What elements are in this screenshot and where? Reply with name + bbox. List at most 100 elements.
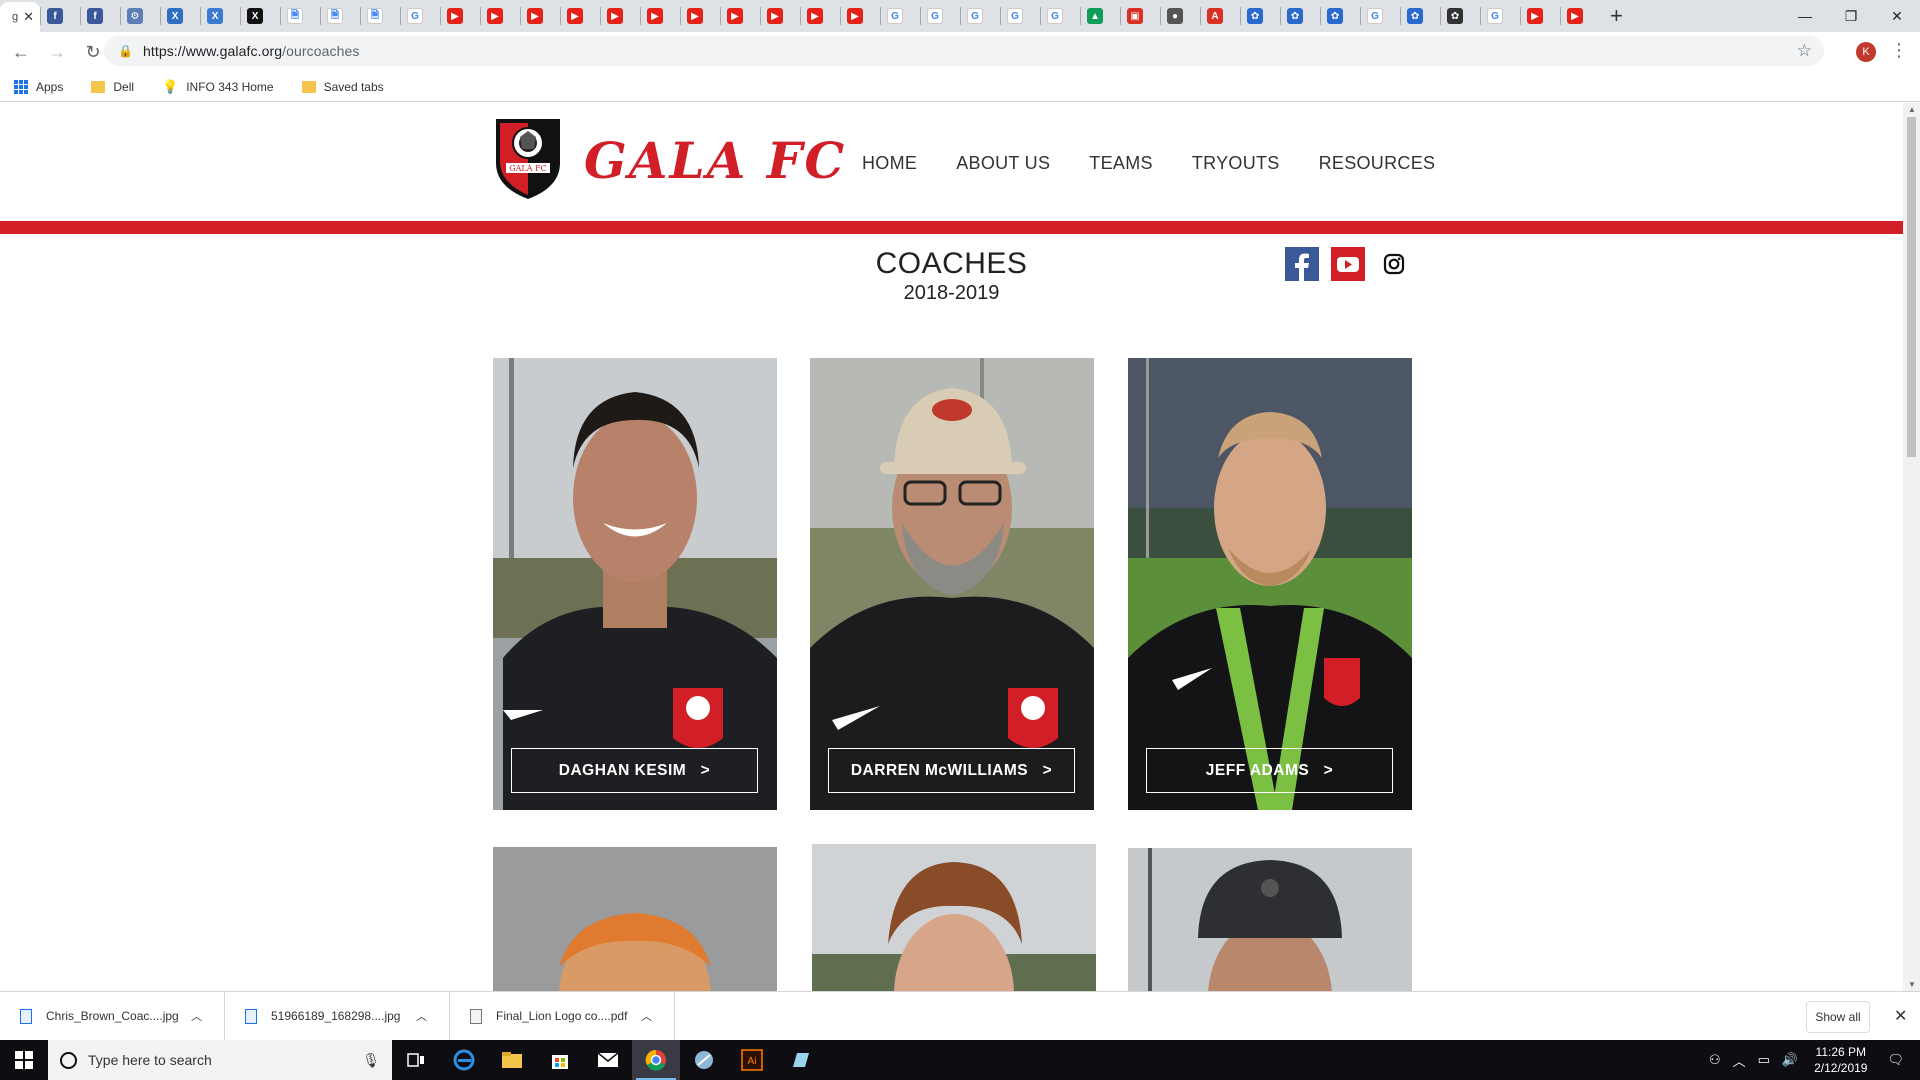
edge-browser-icon[interactable] xyxy=(440,1040,488,1080)
bookmark-dell[interactable]: Dell xyxy=(91,80,134,94)
browser-tab[interactable]: G xyxy=(1361,0,1400,32)
browser-tab[interactable]: ✿ xyxy=(1401,0,1440,32)
chevron-up-icon[interactable]: ︿ xyxy=(416,1008,427,1024)
scroll-up-icon[interactable]: ▲ xyxy=(1908,105,1916,114)
address-bar[interactable]: 🔒 https://www.galafc.org/ourcoaches ☆ xyxy=(104,36,1824,66)
task-view-icon[interactable] xyxy=(392,1040,440,1080)
browser-tab[interactable]: G xyxy=(921,0,960,32)
nav-tryouts[interactable]: TRYOUTS xyxy=(1192,153,1280,174)
chevron-up-icon[interactable]: ︿ xyxy=(1733,1051,1746,1070)
download-item[interactable]: Final_Lion Logo co....pdf ︿ xyxy=(450,991,675,1041)
browser-tab[interactable]: G xyxy=(961,0,1000,32)
browser-tab[interactable]: ▶ xyxy=(521,0,560,32)
volume-icon[interactable]: 🔊 xyxy=(1782,1052,1798,1068)
url-text[interactable]: https://www.galafc.org/ourcoaches xyxy=(143,43,360,59)
bookmark-saved-tabs[interactable]: Saved tabs xyxy=(301,80,384,94)
back-button[interactable]: ← xyxy=(6,37,36,67)
bookmark-star-icon[interactable]: ☆ xyxy=(1797,41,1812,61)
nav-resources[interactable]: RESOURCES xyxy=(1319,153,1436,174)
browser-tab[interactable]: X xyxy=(161,0,200,32)
browser-tab[interactable]: f xyxy=(41,0,80,32)
people-icon[interactable]: ⚇ xyxy=(1709,1052,1721,1068)
bookmark-apps[interactable]: Apps xyxy=(14,79,63,94)
browser-tab[interactable]: ▶ xyxy=(801,0,840,32)
browser-tab[interactable]: 🗎 xyxy=(321,0,360,32)
mail-icon[interactable] xyxy=(584,1040,632,1080)
microphone-icon[interactable]: 🎙 xyxy=(362,1052,380,1069)
browser-tab[interactable]: 🗎 xyxy=(361,0,400,32)
notes-app-icon[interactable] xyxy=(776,1040,824,1080)
taskbar-search[interactable]: Type here to search 🎙 xyxy=(48,1040,392,1080)
snipping-tool-icon[interactable] xyxy=(680,1040,728,1080)
network-icon[interactable]: ▭ xyxy=(1758,1052,1770,1068)
coach-card-partial[interactable] xyxy=(812,844,1096,991)
coach-name-button[interactable]: JEFF ADAMS > xyxy=(1146,748,1393,793)
browser-tab[interactable]: ✿ xyxy=(1441,0,1480,32)
browser-tab[interactable]: 🗎 xyxy=(281,0,320,32)
menu-kebab-icon[interactable]: ⋮ xyxy=(1890,40,1908,61)
browser-tab[interactable]: X xyxy=(241,0,280,32)
browser-tab[interactable]: G xyxy=(881,0,920,32)
browser-tab[interactable]: ▶ xyxy=(601,0,640,32)
scroll-thumb[interactable] xyxy=(1907,117,1916,457)
file-explorer-icon[interactable] xyxy=(488,1040,536,1080)
youtube-icon[interactable] xyxy=(1331,247,1365,281)
bookmark-info343[interactable]: 💡 INFO 343 Home xyxy=(162,79,274,95)
store-icon[interactable] xyxy=(536,1040,584,1080)
browser-tab[interactable]: ▶ xyxy=(641,0,680,32)
browser-tab[interactable]: ▶ xyxy=(561,0,600,32)
browser-tab[interactable]: ▶ xyxy=(1521,0,1560,32)
profile-avatar[interactable]: K xyxy=(1856,42,1876,62)
scroll-down-icon[interactable]: ▼ xyxy=(1908,980,1916,989)
restore-button[interactable]: ❐ xyxy=(1828,0,1874,32)
browser-tab[interactable]: A xyxy=(1201,0,1240,32)
download-item[interactable]: Chris_Brown_Coac....jpg ︿ xyxy=(0,991,225,1041)
chrome-icon[interactable] xyxy=(632,1040,680,1080)
site-logo-text[interactable]: GALA FC xyxy=(584,131,846,190)
coach-card[interactable]: DARREN McWILLIAMS > xyxy=(810,358,1094,810)
tab-active[interactable]: g ✕ xyxy=(0,2,41,32)
coach-card[interactable]: JEFF ADAMS > xyxy=(1128,358,1412,810)
browser-tab[interactable]: ▣ xyxy=(1121,0,1160,32)
coach-name-button[interactable]: DARREN McWILLIAMS > xyxy=(828,748,1075,793)
chevron-up-icon[interactable]: ︿ xyxy=(641,1008,652,1024)
facebook-icon[interactable] xyxy=(1285,247,1319,281)
browser-tab[interactable]: X xyxy=(201,0,240,32)
instagram-icon[interactable] xyxy=(1377,247,1411,281)
browser-tab[interactable]: ▶ xyxy=(681,0,720,32)
browser-tab[interactable]: G xyxy=(1001,0,1040,32)
illustrator-icon[interactable]: Ai xyxy=(728,1040,776,1080)
browser-tab[interactable]: ✿ xyxy=(1321,0,1360,32)
minimize-button[interactable]: — xyxy=(1782,0,1828,32)
browser-tab[interactable]: ▶ xyxy=(721,0,760,32)
coach-card[interactable]: DAGHAN KESIM > xyxy=(493,358,777,810)
browser-tab[interactable]: ▶ xyxy=(481,0,520,32)
page-scrollbar[interactable]: ▲ ▼ xyxy=(1903,103,1920,991)
nav-home[interactable]: HOME xyxy=(862,153,917,174)
browser-tab[interactable]: ✿ xyxy=(1241,0,1280,32)
nav-teams[interactable]: TEAMS xyxy=(1089,153,1153,174)
clock[interactable]: 11:26 PM 2/12/2019 xyxy=(1814,1044,1867,1076)
show-all-button[interactable]: Show all xyxy=(1806,1001,1870,1033)
browser-tab[interactable]: G xyxy=(1041,0,1080,32)
browser-tab[interactable]: ▶ xyxy=(761,0,800,32)
browser-tab[interactable]: ✿ xyxy=(1281,0,1320,32)
browser-tab[interactable]: G xyxy=(1481,0,1520,32)
start-button[interactable] xyxy=(0,1040,48,1080)
download-item[interactable]: 51966189_168298....jpg ︿ xyxy=(225,991,450,1041)
coach-card-partial[interactable] xyxy=(1128,848,1412,991)
chevron-up-icon[interactable]: ︿ xyxy=(191,1008,202,1024)
notification-icon[interactable]: 🗨 xyxy=(1887,1052,1904,1068)
browser-tab[interactable]: f xyxy=(81,0,120,32)
close-window-button[interactable]: ✕ xyxy=(1874,0,1920,32)
browser-tab[interactable]: ▶ xyxy=(441,0,480,32)
close-icon[interactable]: ✕ xyxy=(1894,1006,1907,1026)
browser-tab[interactable]: G xyxy=(401,0,440,32)
tab-close-icon[interactable]: ✕ xyxy=(23,9,34,25)
browser-tab[interactable]: ⚙ xyxy=(121,0,160,32)
coach-name-button[interactable]: DAGHAN KESIM > xyxy=(511,748,758,793)
coach-card-partial[interactable] xyxy=(493,847,777,991)
browser-tab[interactable]: ▶ xyxy=(841,0,880,32)
club-crest-logo[interactable]: GALA FC xyxy=(492,115,564,201)
forward-button[interactable]: → xyxy=(42,37,72,67)
